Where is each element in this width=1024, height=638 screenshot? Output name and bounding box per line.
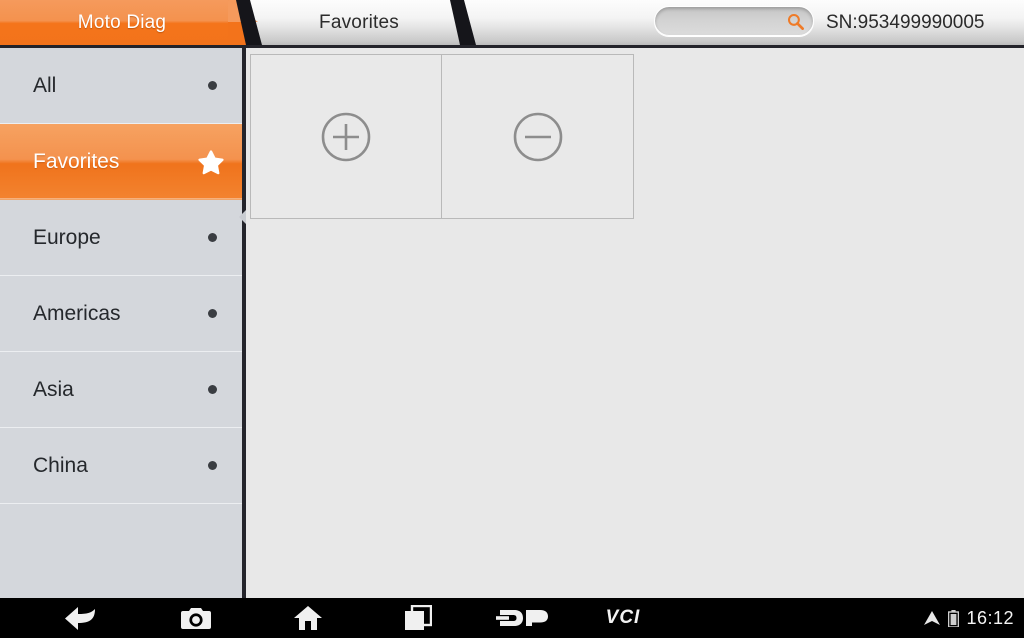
status-area: 16:12 (923, 598, 1014, 638)
bullet-dot-icon (208, 461, 217, 470)
sidebar-item-china[interactable]: China (0, 428, 242, 504)
minus-circle-icon[interactable] (510, 109, 566, 165)
sidebar-item-europe[interactable]: Europe (0, 200, 242, 276)
home-icon[interactable] (293, 605, 323, 631)
search-input[interactable] (654, 6, 814, 36)
sidebar-item-favorites[interactable]: Favorites (0, 124, 242, 200)
sidebar-item-americas[interactable]: Americas (0, 276, 242, 352)
nav-screenshot-button[interactable] (166, 598, 226, 638)
back-icon[interactable] (63, 605, 97, 631)
bullet-dot-icon (208, 81, 217, 90)
sidebar-empty-space (0, 504, 242, 578)
app-root: Moto Diag Favorites SN:953499990005 All … (0, 0, 1024, 638)
star-icon (198, 150, 224, 175)
tab-favorites-label: Favorites (319, 11, 399, 33)
android-nav-bar: VCI 16:12 (0, 598, 1024, 638)
header-bar: Moto Diag Favorites SN:953499990005 (0, 0, 1024, 47)
vci-label-text: VCI (605, 607, 641, 628)
wifi-icon (924, 611, 941, 625)
sidebar-item-asia[interactable]: Asia (0, 352, 242, 428)
nav-home-button[interactable] (278, 598, 338, 638)
sidebar-item-favorites-label: Favorites (33, 149, 120, 173)
favorites-grid (250, 54, 634, 219)
bullet-dot-icon (208, 309, 217, 318)
camera-icon[interactable] (181, 606, 211, 631)
vci-label: VCI (588, 598, 658, 638)
sidebar-item-all-label: All (33, 73, 57, 97)
remove-favorite-cell[interactable] (442, 54, 634, 219)
sidebar-item-europe-label: Europe (33, 225, 101, 249)
sidebar-item-china-label: China (33, 453, 88, 477)
tab-moto-diag[interactable]: Moto Diag (0, 0, 244, 45)
bullet-dot-icon (208, 233, 217, 242)
tab-favorites[interactable]: Favorites (244, 0, 474, 45)
tab-separator-2 (450, 0, 476, 45)
sidebar: All Favorites Europe Americas Asia China (0, 48, 242, 598)
body-area: All Favorites Europe Americas Asia China (0, 48, 1024, 598)
nav-recents-button[interactable] (388, 598, 448, 638)
add-favorite-cell[interactable] (250, 54, 442, 219)
sidebar-item-americas-label: Americas (33, 301, 121, 325)
search-icon[interactable] (786, 12, 805, 31)
plus-circle-icon[interactable] (318, 109, 374, 165)
dp-logo-icon (496, 610, 548, 626)
battery-icon (948, 609, 960, 627)
content-panel (246, 48, 1024, 598)
dp-logo (482, 598, 562, 638)
sidebar-item-asia-label: Asia (33, 377, 74, 401)
clock-text: 16:12 (966, 607, 1014, 628)
serial-number: SN:953499990005 (826, 12, 985, 33)
tab-moto-diag-label: Moto Diag (77, 11, 167, 33)
nav-back-button[interactable] (50, 598, 110, 638)
recents-icon[interactable] (404, 605, 432, 631)
bullet-dot-icon (208, 385, 217, 394)
sidebar-item-all[interactable]: All (0, 48, 242, 124)
